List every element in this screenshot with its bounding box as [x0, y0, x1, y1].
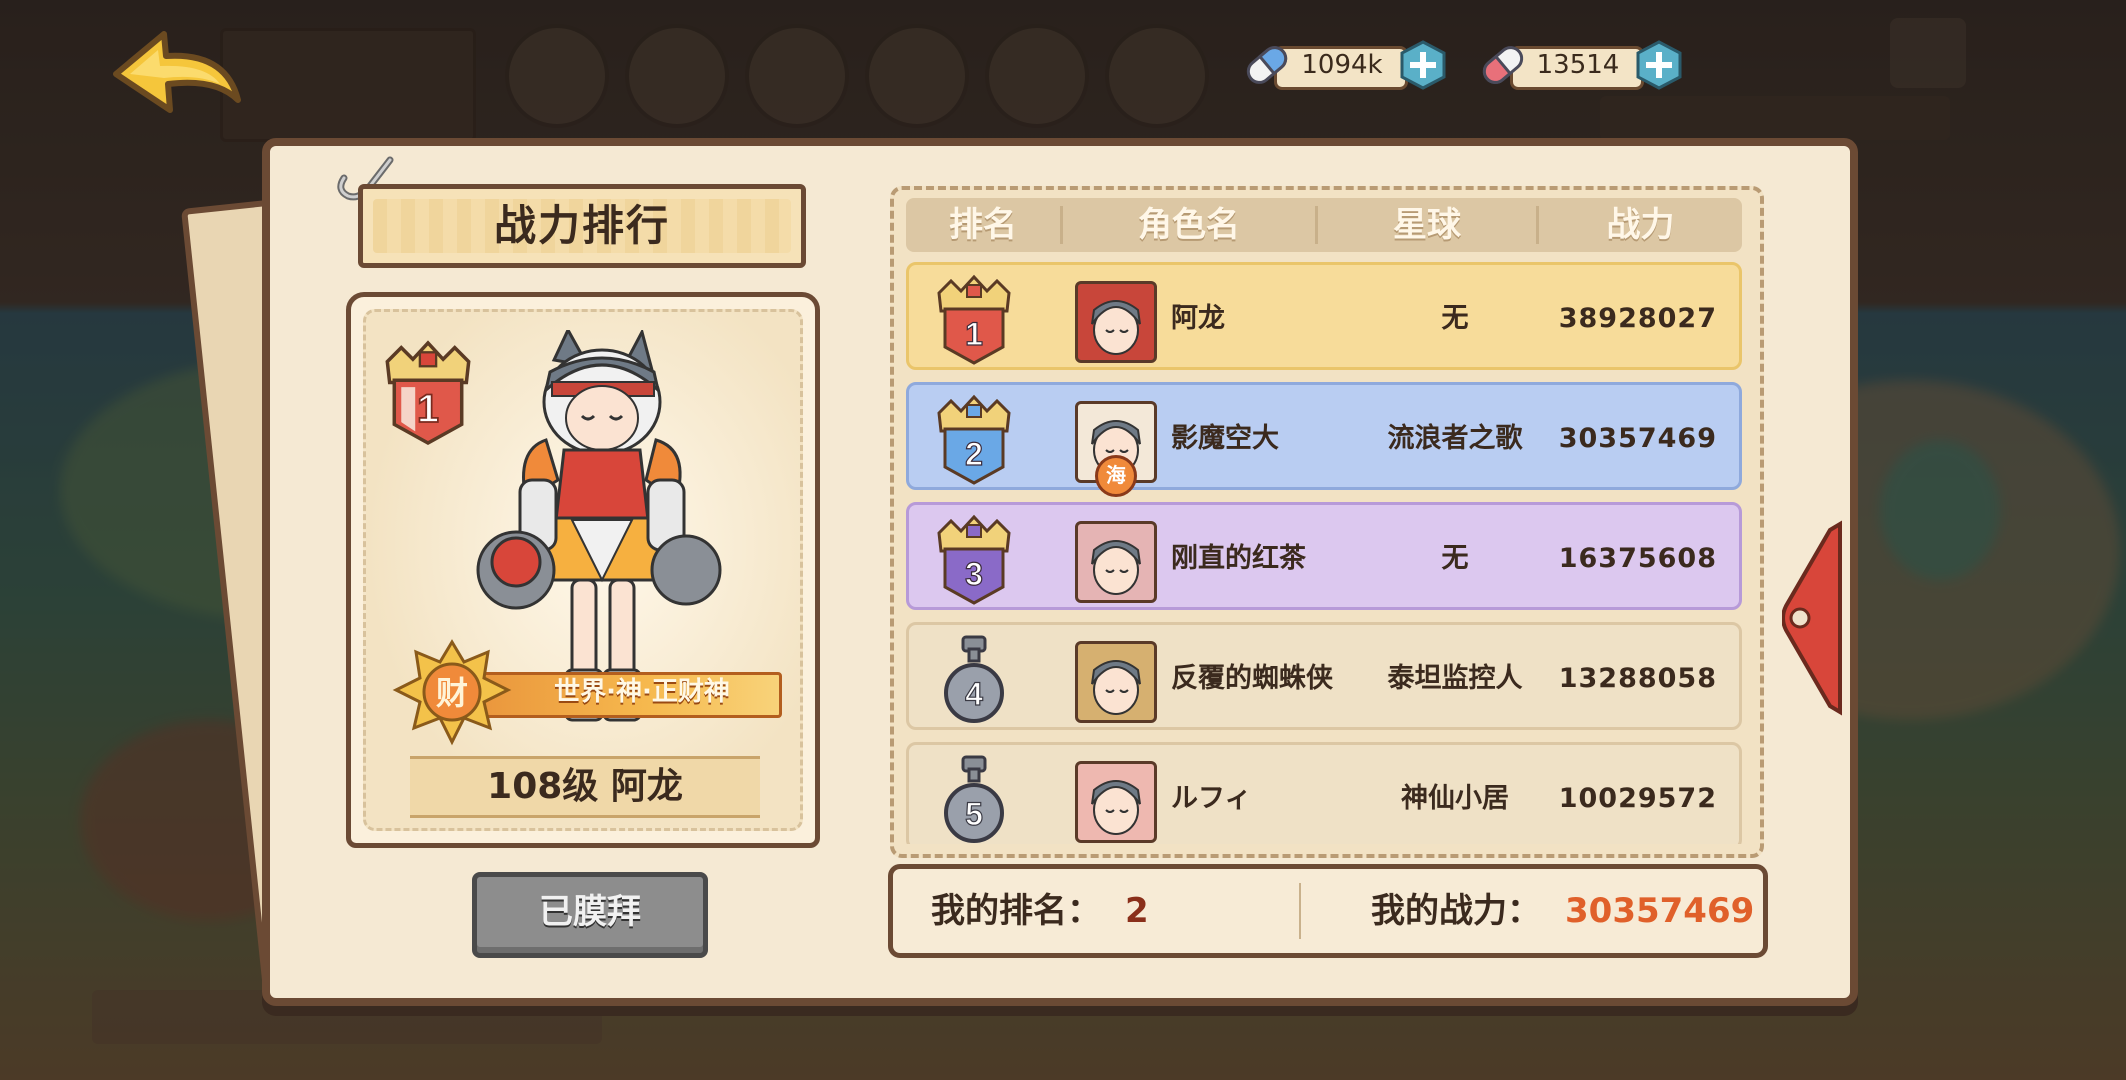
- player-name: ルフィ: [1171, 783, 1252, 814]
- player-name: 阿龙: [1171, 303, 1225, 334]
- title-banner: 战力排行: [358, 184, 806, 268]
- back-arrow-icon: [113, 31, 241, 113]
- add-red-currency-button[interactable]: [1634, 40, 1684, 90]
- rank-number: 2: [965, 436, 983, 472]
- avatar-title-badge: 海: [1095, 455, 1137, 497]
- currency-blue: 1094k: [1240, 38, 1448, 90]
- player-power: 30357469: [1558, 423, 1717, 454]
- featured-rank-number: 1: [417, 387, 439, 431]
- badge-character: 财: [436, 674, 468, 712]
- player-planet: 流浪者之歌: [1387, 423, 1523, 454]
- rank-number: 1: [965, 316, 983, 352]
- rank-crown-badge: 2: [937, 394, 1011, 485]
- tab-knob-icon: [1789, 607, 1811, 629]
- rank-crown-badge: 1: [937, 274, 1011, 365]
- player-power: 38928027: [1558, 303, 1717, 334]
- player-planet: 泰坦监控人: [1387, 663, 1523, 694]
- player-avatar[interactable]: [1075, 761, 1157, 843]
- featured-rank-badge: 1: [385, 340, 471, 445]
- player-avatar[interactable]: [1075, 521, 1157, 603]
- rank-crown-badge: 3: [937, 514, 1011, 605]
- character-title-text: 世界·神·正财神: [554, 677, 730, 707]
- my-rank-label: 我的排名：: [931, 891, 1101, 931]
- player-power: 16375608: [1558, 543, 1717, 574]
- worshipped-button[interactable]: 已膜拜: [472, 872, 708, 958]
- player-name: 影魔空大: [1171, 423, 1279, 454]
- leaderboard-row[interactable]: 1 阿龙 无 38928027: [906, 262, 1742, 370]
- character-title-ribbon: 财 世界·神·正财神: [392, 639, 782, 746]
- rank-medal-badge: 5: [944, 755, 1004, 843]
- leaderboard-list[interactable]: 1 阿龙无 38928027 2 海影魔空大 流浪者之歌 30357469 3 刚直的红茶无 16…: [906, 262, 1742, 844]
- currency-red-amount: 13514: [1536, 50, 1620, 80]
- player-power: 10029572: [1558, 783, 1717, 814]
- player-planet: 无: [1441, 303, 1469, 334]
- rank-number: 3: [965, 556, 983, 592]
- player-avatar[interactable]: [1075, 641, 1157, 723]
- side-collapse-tab[interactable]: [1782, 520, 1842, 716]
- my-rank-footer: 我的排名： 2 我的战力： 30357469: [888, 864, 1768, 958]
- player-name: 刚直的红茶: [1171, 543, 1306, 574]
- header-name: 角色名: [1138, 205, 1240, 245]
- rank-number: 4: [965, 676, 983, 712]
- worshipped-button-label: 已膜拜: [539, 892, 641, 932]
- avatar-portrait-icon: [1091, 540, 1141, 595]
- featured-level-name: 108级 阿龙: [487, 766, 683, 807]
- my-power-value: 30357469: [1565, 891, 1755, 931]
- my-rank-value: 2: [1125, 891, 1149, 931]
- leaderboard-row[interactable]: 2 海 影魔空大 流浪者之歌 30357469: [906, 382, 1742, 497]
- level-name-plate: 108级 阿龙: [410, 756, 760, 818]
- avatar-portrait-icon: [1091, 660, 1141, 715]
- leaderboard-header: 排名 角色名 星球 战力: [906, 198, 1742, 252]
- rank-number: 5: [965, 796, 983, 832]
- player-power: 13288058: [1558, 663, 1717, 694]
- player-name: 反覆的蜘蛛侠: [1171, 663, 1333, 694]
- back-button[interactable]: [108, 22, 248, 132]
- blue-pill-icon: [1246, 46, 1288, 84]
- currency-blue-amount: 1094k: [1301, 50, 1383, 80]
- avatar-portrait-icon: [1091, 300, 1141, 355]
- rank-medal-badge: 4: [944, 635, 1004, 723]
- leaderboard-row[interactable]: 5 ルフィ 神仙小居 10029572: [906, 742, 1742, 844]
- currency-red: 13514: [1476, 38, 1684, 90]
- add-blue-currency-button[interactable]: [1398, 40, 1448, 90]
- wealth-god-badge-icon: 财: [392, 639, 512, 746]
- avatar-portrait-icon: [1091, 780, 1141, 835]
- header-power: 战力: [1606, 205, 1675, 245]
- red-pill-icon: [1482, 46, 1524, 84]
- header-planet: 星球: [1393, 205, 1461, 245]
- panel-title: 战力排行: [493, 201, 670, 250]
- header-rank: 排名: [949, 205, 1017, 245]
- player-planet: 神仙小居: [1401, 783, 1509, 814]
- player-avatar[interactable]: [1075, 281, 1157, 363]
- leaderboard-row[interactable]: 3 刚直的红茶 无 16375608: [906, 502, 1742, 610]
- my-power-label: 我的战力：: [1371, 891, 1541, 931]
- leaderboard-row[interactable]: 4 反覆的蜘蛛侠 泰坦监控人 13288058: [906, 622, 1742, 730]
- player-planet: 无: [1441, 543, 1469, 574]
